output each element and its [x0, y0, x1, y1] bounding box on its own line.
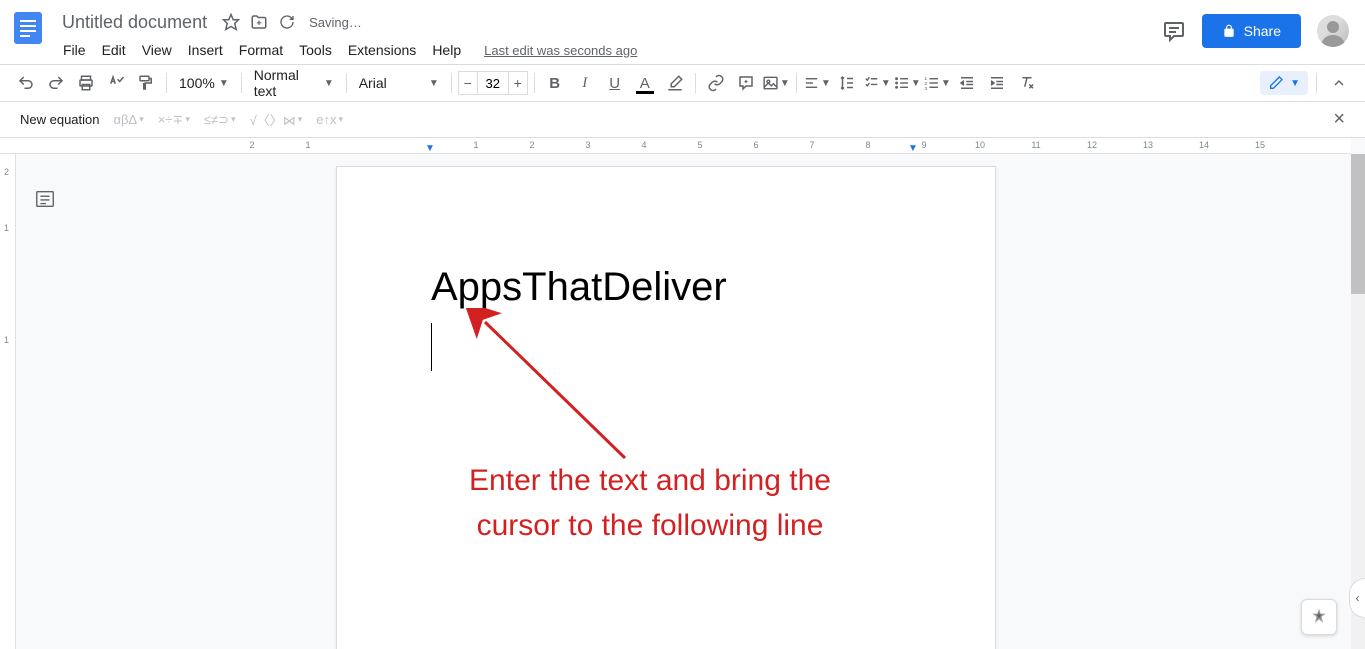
document-text[interactable]: AppsThatDeliver [431, 265, 727, 310]
docs-logo[interactable] [8, 8, 48, 48]
zoom-select[interactable]: 100%▼ [173, 69, 235, 97]
style-select[interactable]: Normal text▼ [248, 69, 340, 97]
collapse-toolbar-button[interactable] [1325, 69, 1353, 97]
equation-toolbar: New equation αβΔ ▾ ×÷∓ ▾ ≤≠⊃ ▾ √〈〉⋈ ▾ e↑… [0, 102, 1365, 138]
italic-button[interactable]: I [571, 69, 599, 97]
editing-mode-button[interactable]: ▼ [1260, 71, 1308, 95]
vertical-scrollbar[interactable] [1351, 154, 1365, 649]
text-cursor [431, 323, 432, 371]
paint-format-button[interactable] [132, 69, 160, 97]
menu-format[interactable]: Format [232, 38, 290, 62]
lock-icon [1222, 24, 1236, 38]
font-size-increase[interactable]: + [508, 71, 528, 95]
bullet-list-button[interactable]: ▼ [893, 69, 921, 97]
checklist-button[interactable]: ▼ [863, 69, 891, 97]
redo-button[interactable] [42, 69, 70, 97]
text-color-button[interactable]: A [631, 69, 659, 97]
menu-help[interactable]: Help [425, 38, 468, 62]
spellcheck-button[interactable] [102, 69, 130, 97]
document-title[interactable]: Untitled document [56, 10, 213, 35]
menu-view[interactable]: View [135, 38, 179, 62]
pencil-icon [1268, 75, 1284, 91]
saving-status: Saving… [309, 15, 362, 30]
indent-decrease-button[interactable] [953, 69, 981, 97]
menu-edit[interactable]: Edit [95, 38, 133, 62]
font-select[interactable]: Arial▼ [353, 69, 445, 97]
bold-button[interactable]: B [541, 69, 569, 97]
undo-button[interactable] [12, 69, 40, 97]
menu-bar: File Edit View Insert Format Tools Exten… [56, 36, 1162, 64]
menu-insert[interactable]: Insert [181, 38, 230, 62]
vertical-ruler[interactable]: 2 1 1 [0, 154, 16, 649]
menu-tools[interactable]: Tools [292, 38, 339, 62]
indent-left-marker[interactable]: ▼ [425, 143, 435, 154]
horizontal-ruler[interactable]: 2 1 1 2 3 4 5 6 7 8 9 10 11 12 13 14 15 … [0, 138, 1351, 154]
font-size-control: − + [458, 71, 528, 95]
svg-text:3: 3 [924, 86, 927, 92]
comment-button[interactable] [732, 69, 760, 97]
clear-format-button[interactable] [1013, 69, 1041, 97]
move-icon[interactable] [249, 12, 269, 32]
equation-arrows-dropdown[interactable]: e↑x ▾ [316, 112, 343, 127]
menu-extensions[interactable]: Extensions [341, 38, 423, 62]
font-size-input[interactable] [478, 71, 508, 95]
new-equation-button[interactable]: New equation [20, 112, 100, 127]
print-button[interactable] [72, 69, 100, 97]
numbered-list-button[interactable]: 123▼ [923, 69, 951, 97]
cloud-sync-icon[interactable] [277, 12, 297, 32]
equation-close-button[interactable]: × [1333, 108, 1345, 131]
indent-right-marker[interactable]: ▼ [908, 143, 918, 154]
title-area: Untitled document Saving… File Edit View… [56, 8, 1162, 64]
share-button[interactable]: Share [1202, 14, 1301, 48]
align-button[interactable]: ▼ [803, 69, 831, 97]
explore-button[interactable] [1301, 599, 1337, 635]
font-size-decrease[interactable]: − [458, 71, 478, 95]
line-spacing-button[interactable] [833, 69, 861, 97]
comments-icon[interactable] [1162, 19, 1186, 43]
scrollbar-thumb[interactable] [1351, 154, 1365, 294]
image-button[interactable]: ▼ [762, 69, 790, 97]
document-page[interactable]: AppsThatDeliver [336, 166, 996, 649]
app-header: Untitled document Saving… File Edit View… [0, 0, 1365, 64]
equation-relations-dropdown[interactable]: ≤≠⊃ ▾ [204, 112, 236, 128]
last-edit-link[interactable]: Last edit was seconds ago [484, 43, 637, 58]
equation-operators-dropdown[interactable]: ×÷∓ ▾ [158, 112, 190, 128]
annotation-text: Enter the text and bring the cursor to t… [330, 458, 970, 548]
document-canvas: 2 1 1 2 3 4 5 6 7 8 9 10 11 12 13 14 15 … [0, 138, 1365, 649]
main-toolbar: 100%▼ Normal text▼ Arial▼ − + B I U A ▼ … [0, 64, 1365, 102]
menu-file[interactable]: File [56, 38, 93, 62]
highlight-button[interactable] [661, 69, 689, 97]
equation-math-dropdown[interactable]: √〈〉⋈ ▾ [250, 110, 303, 129]
share-label: Share [1244, 23, 1281, 39]
star-icon[interactable] [221, 12, 241, 32]
indent-increase-button[interactable] [983, 69, 1011, 97]
underline-button[interactable]: U [601, 69, 629, 97]
link-button[interactable] [702, 69, 730, 97]
outline-toggle-button[interactable] [34, 188, 60, 214]
equation-greek-dropdown[interactable]: αβΔ ▾ [114, 112, 144, 127]
user-avatar[interactable] [1317, 15, 1349, 47]
